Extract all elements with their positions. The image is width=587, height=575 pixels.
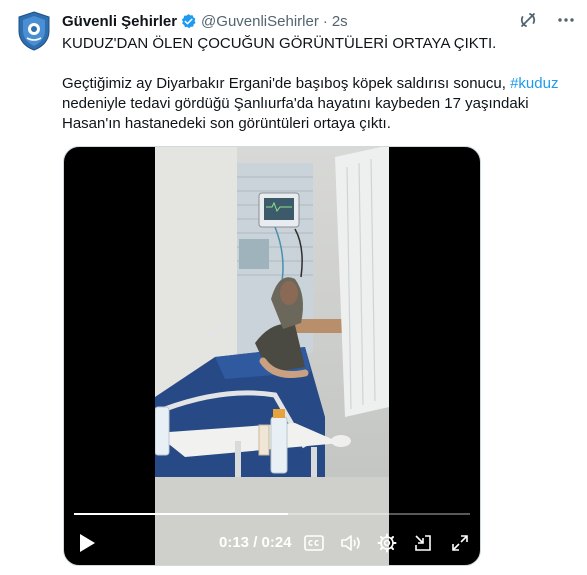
video-controls: 0:13 / 0:24 <box>64 529 480 557</box>
volume-button[interactable] <box>340 532 362 554</box>
tweet-actions-top <box>518 10 576 30</box>
handle[interactable]: @GuvenliSehirler <box>201 13 319 30</box>
settings-icon <box>377 533 397 553</box>
play-button[interactable] <box>76 532 98 554</box>
play-icon <box>80 534 95 552</box>
display-name[interactable]: Güvenli Şehirler <box>62 13 177 30</box>
pip-icon <box>415 535 431 551</box>
shield-logo-icon <box>18 11 50 51</box>
fullscreen-button[interactable] <box>449 532 471 554</box>
video-player[interactable]: 0:13 / 0:24 <box>63 146 481 566</box>
timestamp[interactable]: 2s <box>332 13 348 30</box>
tweet-header: Güvenli Şehirler @GuvenliSehirler · 2s <box>62 11 547 31</box>
captions-button[interactable] <box>303 532 325 554</box>
video-progress-fill <box>74 513 288 515</box>
hashtag-link[interactable]: #kuduz <box>510 75 558 92</box>
tweet-headline: KUDUZ'DAN ÖLEN ÇOCUĞUN GÖRÜNTÜLERİ ORTAY… <box>62 35 497 52</box>
settings-button[interactable] <box>376 532 398 554</box>
video-time: 0:13 / 0:24 <box>219 534 292 551</box>
fullscreen-icon <box>452 535 468 551</box>
volume-icon <box>341 535 360 551</box>
separator-dot: · <box>322 12 328 30</box>
grok-icon[interactable] <box>518 10 538 30</box>
pip-button[interactable] <box>412 532 434 554</box>
video-progress-bar[interactable] <box>74 513 470 515</box>
verified-badge-icon <box>180 13 197 30</box>
tweet-body-start: Geçtiğimiz ay Diyarbakır Ergani'de başıb… <box>62 75 511 92</box>
video-frame <box>155 147 389 565</box>
tweet-body: Geçtiğimiz ay Diyarbakır Ergani'de başıb… <box>62 74 577 134</box>
more-icon[interactable] <box>556 10 576 30</box>
avatar[interactable] <box>17 11 51 51</box>
captions-icon <box>304 535 324 551</box>
tweet-text: KUDUZ'DAN ÖLEN ÇOCUĞUN GÖRÜNTÜLERİ ORTAY… <box>62 34 577 134</box>
tweet-card[interactable]: Güvenli Şehirler @GuvenliSehirler · 2s K… <box>0 0 587 575</box>
tweet-body-end: nedeniyle tedavi gördüğü Şanlıurfa'da ha… <box>62 95 529 132</box>
